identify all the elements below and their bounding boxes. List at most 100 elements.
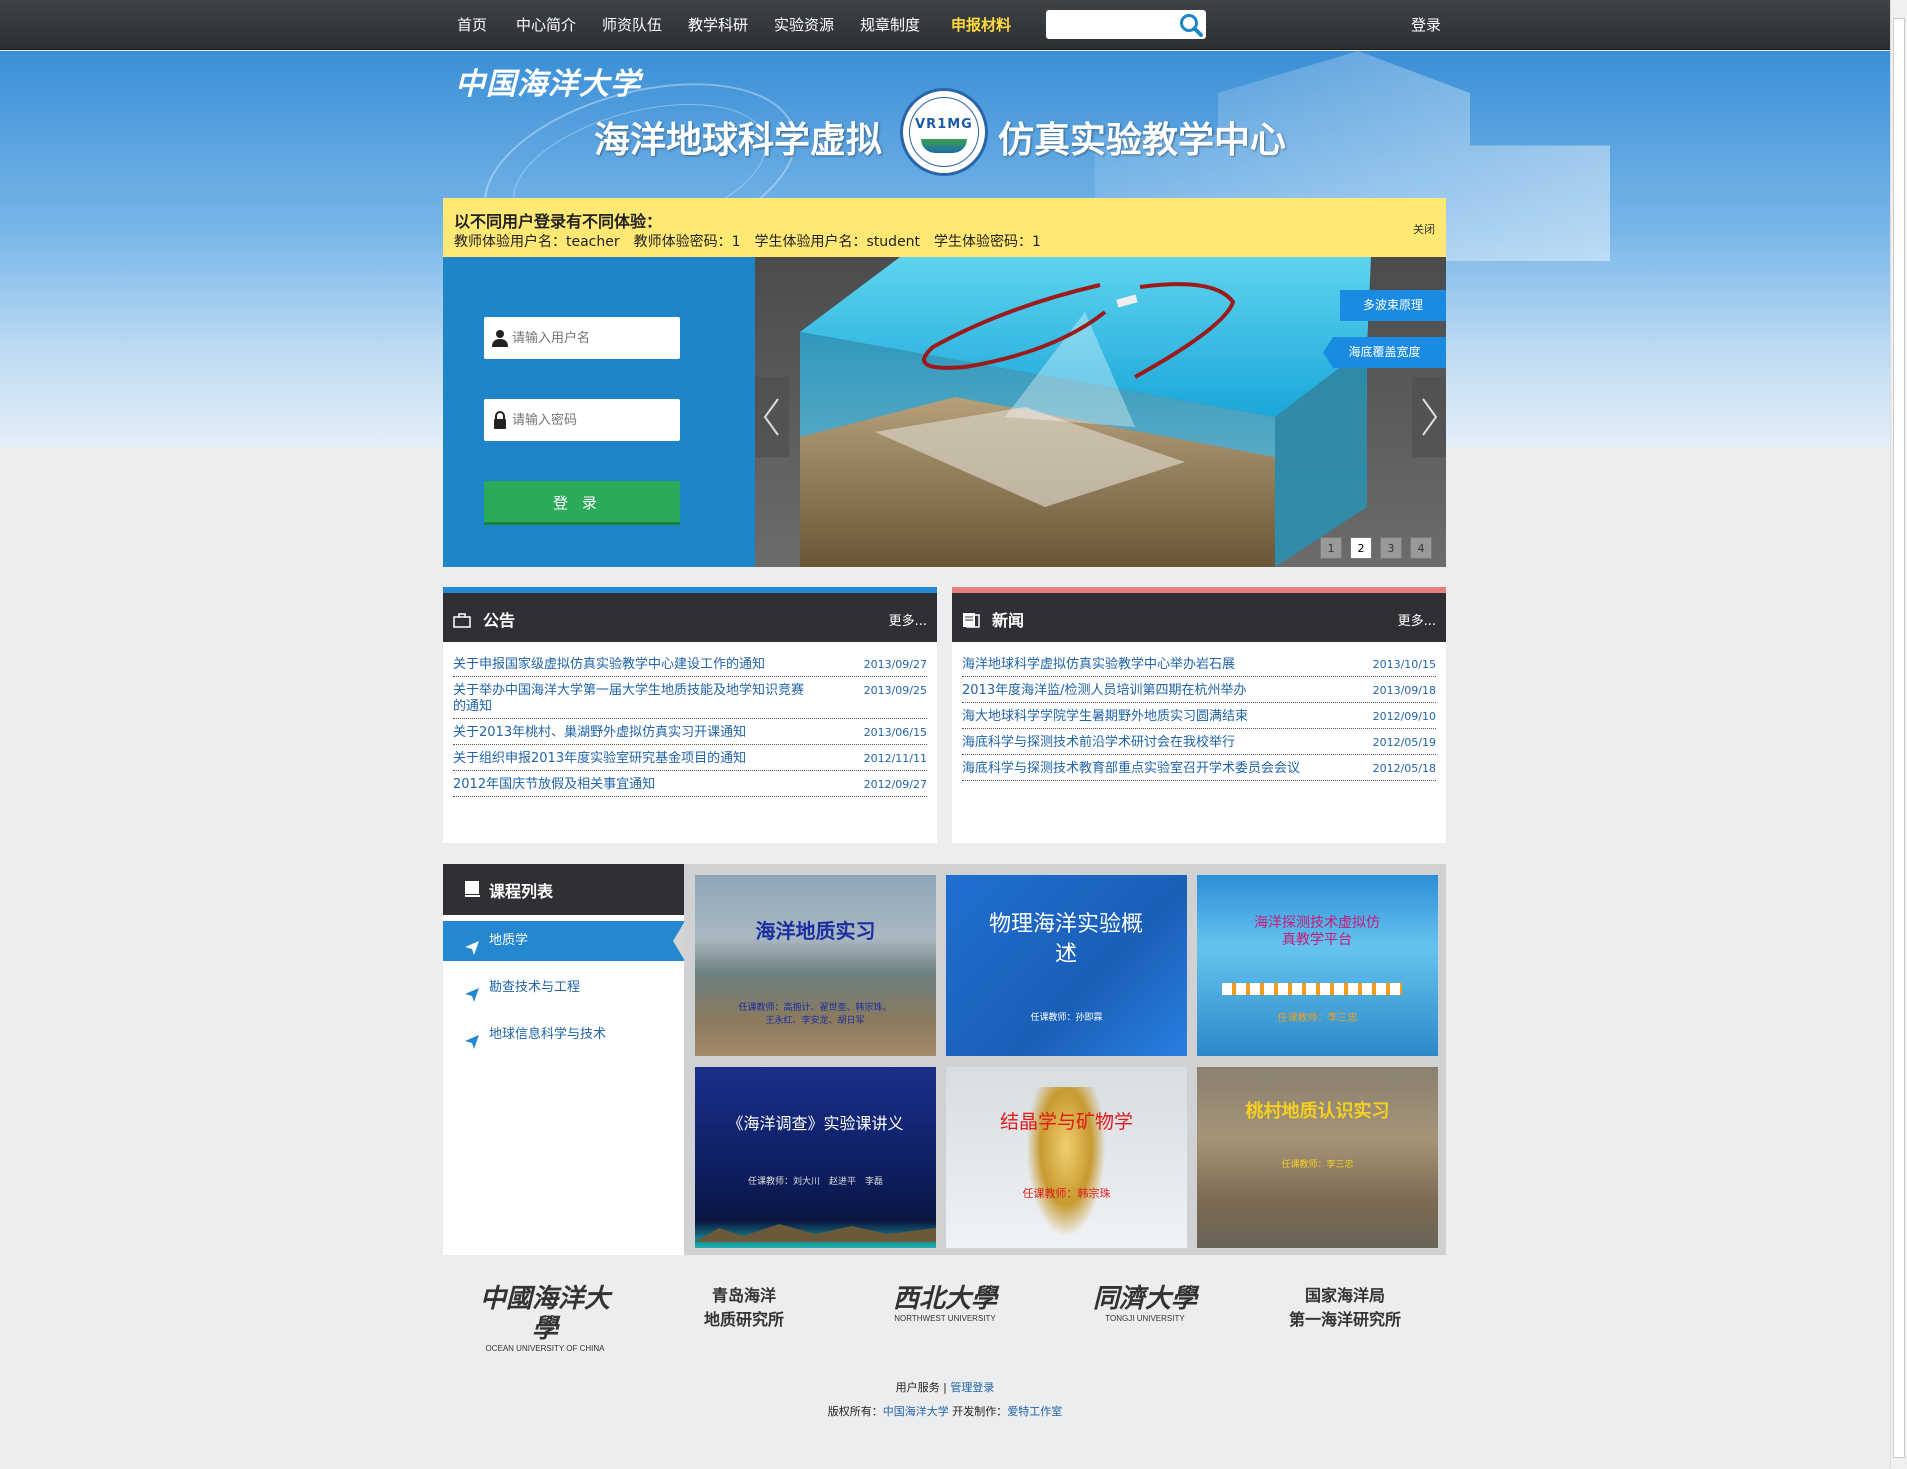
developer-link[interactable]: 爱特工作室 [1007, 1405, 1062, 1418]
admin-login-link[interactable]: 管理登录 [950, 1381, 994, 1394]
top-navbar-inner: 首页 中心简介 师资队伍 教学科研 实验资源 规章制度 申报材料 登录 [443, 0, 1446, 50]
news-link[interactable]: 2013年度海洋监/检测人员培训第四期在杭州举办 [962, 683, 1322, 699]
search-icon[interactable] [1178, 12, 1204, 37]
news-link[interactable]: 海大地球科学学院学生暑期野外地质实习圆满结束 [962, 709, 1322, 725]
news-title: 新闻 [992, 611, 1025, 630]
center-title-left: 海洋地球科学虚拟 [594, 120, 883, 161]
notice-title: 以不同用户登录有不同体验： [454, 212, 663, 231]
course-thumbnail[interactable]: 海洋地质实习 任课教师：高抱计、翟世奎、韩宗珠、王永红、李安龙、胡日军 [695, 875, 936, 1056]
nav-item-resources[interactable]: 实验资源 [774, 0, 834, 50]
nav-item-about[interactable]: 中心简介 [516, 0, 576, 50]
login-link[interactable]: 登录 [1411, 0, 1441, 50]
password-input[interactable] [512, 399, 676, 441]
course-thumbnail-subtitle: 任课教师：孙即霖 [1030, 1013, 1103, 1023]
partner-first-institute-oceanography: 国家海洋局 第一海洋研究所 [1288, 1286, 1401, 1329]
center-title-right: 仿真实验教学中心 [998, 120, 1287, 161]
nav-item-application[interactable]: 申报材料 [951, 0, 1011, 50]
slider-page-4[interactable]: 4 [1410, 537, 1432, 559]
partner-name: 中國海洋大學 [479, 1284, 610, 1344]
course-thumbnail[interactable]: 《海洋调查》实验课讲义 任课教师：刘大川 赵进平 李磊 [695, 1067, 936, 1248]
course-thumbnail-title: 结晶学与矿物学 [999, 1111, 1133, 1133]
course-category-label: 地球信息科学与技术 [489, 1027, 607, 1042]
sensor-array-graphic [1222, 983, 1402, 995]
announcement-link[interactable]: 2012年国庆节放假及相关事宜通知 [453, 777, 813, 793]
slider-page-1[interactable]: 1 [1320, 537, 1342, 559]
emblem-text: VR1MG [915, 117, 973, 132]
partner-northwest-university-logo: 西北大學 NORTHWEST UNIVERSITY [880, 1284, 1010, 1324]
course-list-title: 课程列表 [489, 882, 554, 901]
slider-next-button[interactable] [1412, 377, 1446, 457]
news-link[interactable]: 海底科学与探测技术前沿学术研讨会在我校举行 [962, 735, 1322, 751]
search-box [1046, 10, 1206, 39]
course-thumbnail-title: 物理海洋实验概述 [988, 912, 1143, 967]
news-link[interactable]: 海底科学与探测技术教育部重点实验室召开学术委员会会议 [962, 761, 1322, 777]
page-footer: 用户服务 | 管理登录 版权所有：中国海洋大学 开发制作：爱特工作室 [0, 1376, 1890, 1424]
course-thumbnail-subtitle: 任课教师：韩宗珠 [1022, 1187, 1111, 1200]
footer-developer-label: 开发制作： [952, 1405, 1008, 1418]
partner-english-name: OCEAN UNIVERSITY OF CHINA [485, 1344, 605, 1353]
book-icon [464, 880, 481, 898]
course-thumbnail-subtitle: 任课教师：刘大川 赵进平 李磊 [747, 1177, 883, 1187]
news-more-link[interactable]: 更多... [1398, 610, 1436, 629]
copyright-owner-link[interactable]: 中国海洋大学 [883, 1405, 949, 1418]
course-thumbnail[interactable]: 物理海洋实验概述 任课教师：孙即霖 [946, 875, 1187, 1056]
news-date: 2012/05/19 [1372, 736, 1436, 749]
slide-tag-coverage[interactable]: 海底覆盖宽度 [1323, 337, 1446, 368]
nav-item-regulations[interactable]: 规章制度 [860, 0, 920, 50]
user-icon [491, 329, 509, 347]
course-thumbnail[interactable]: 海洋探测技术虚拟仿真教学平台 任课教师：李三忠 [1197, 875, 1438, 1056]
partner-english-name: NORTHWEST UNIVERSITY [894, 1314, 996, 1323]
partner-ocean-university-logo: 中國海洋大學 OCEAN UNIVERSITY OF CHINA [470, 1284, 620, 1354]
announcement-link[interactable]: 关于2013年桃村、巢湖野外虚拟仿真实习开课通知 [453, 725, 813, 741]
announcement-link[interactable]: 关于组织申报2013年度实验室研究基金项目的通知 [453, 751, 813, 767]
announcements-title: 公告 [483, 611, 516, 630]
news-link[interactable]: 海洋地球科学虚拟仿真实验教学中心举办岩石展 [962, 657, 1322, 673]
course-category-geology[interactable]: 地质学 [443, 921, 685, 961]
paper-plane-icon [464, 1027, 480, 1049]
news-icon [962, 612, 980, 628]
username-input[interactable] [512, 317, 676, 359]
course-category-exploration[interactable]: 勘查技术与工程 [443, 968, 684, 1008]
bag-icon [453, 612, 471, 628]
partner-name: 西北大學 [892, 1284, 997, 1314]
nav-item-faculty[interactable]: 师资队伍 [602, 0, 662, 50]
course-thumbnail[interactable]: 结晶学与矿物学 任课教师：韩宗珠 [946, 1067, 1187, 1248]
news-header: 新闻 更多... [952, 587, 1446, 642]
university-logo: 中国海洋大学 [455, 67, 641, 102]
course-category-label: 勘查技术与工程 [489, 980, 581, 995]
announcements-list: 关于申报国家级虚拟仿真实验教学中心建设工作的通知 2013/09/27 关于举办中… [453, 657, 927, 803]
course-thumbnail-subtitle: 任课教师：李三忠 [1281, 1160, 1354, 1170]
slider-page-3[interactable]: 3 [1380, 537, 1402, 559]
slider-prev-button[interactable] [755, 377, 789, 457]
announcement-link[interactable]: 关于举办中国海洋大学第一届大学生地质技能及地学知识竞赛的通知 [453, 683, 813, 715]
course-thumbnail-title: 海洋地质实习 [755, 919, 876, 943]
list-item: 关于2013年桃村、巢湖野外虚拟仿真实习开课通知 2013/06/15 [453, 725, 927, 745]
paper-plane-icon [464, 933, 480, 955]
center-emblem-icon: VR1MG [900, 88, 988, 176]
nav-item-teaching-research[interactable]: 教学科研 [688, 0, 748, 50]
announcement-link[interactable]: 关于申报国家级虚拟仿真实验教学中心建设工作的通知 [453, 657, 813, 673]
emblem-wave [921, 139, 967, 153]
list-item: 2012年国庆节放假及相关事宜通知 2012/09/27 [453, 777, 927, 797]
course-thumbnail[interactable]: 桃村地质认识实习 任课教师：李三忠 [1197, 1067, 1438, 1248]
announcement-date: 2012/11/11 [863, 752, 927, 765]
announcements-more-link[interactable]: 更多... [889, 610, 927, 629]
slide-tag-multibeam[interactable]: 多波束原理 [1340, 290, 1446, 321]
nav-item-home[interactable]: 首页 [457, 0, 487, 50]
course-list-header: 课程列表 [443, 864, 684, 915]
scrollbar-thumb[interactable] [1893, 18, 1905, 1458]
search-input[interactable] [1046, 10, 1174, 39]
slider-page-2[interactable]: 2 [1350, 537, 1372, 559]
login-panel: 登录 [443, 257, 755, 567]
page-scrollbar[interactable] [1890, 0, 1907, 1469]
footer-user-service: 用户服务 [895, 1381, 940, 1394]
list-item: 关于举办中国海洋大学第一届大学生地质技能及地学知识竞赛的通知 2013/09/25 [453, 683, 927, 719]
course-category-geoinformatics[interactable]: 地球信息科学与技术 [443, 1015, 684, 1055]
announcements-header: 公告 更多... [443, 587, 937, 642]
course-thumbnail-title: 桃村地质认识实习 [1245, 1101, 1390, 1122]
emblem-ring [909, 97, 979, 167]
news-date: 2012/05/18 [1372, 762, 1436, 775]
notice-close-button[interactable]: 关闭 [1413, 221, 1435, 237]
login-button[interactable]: 登录 [484, 481, 680, 525]
top-navbar: 首页 中心简介 师资队伍 教学科研 实验资源 规章制度 申报材料 登录 [0, 0, 1890, 50]
